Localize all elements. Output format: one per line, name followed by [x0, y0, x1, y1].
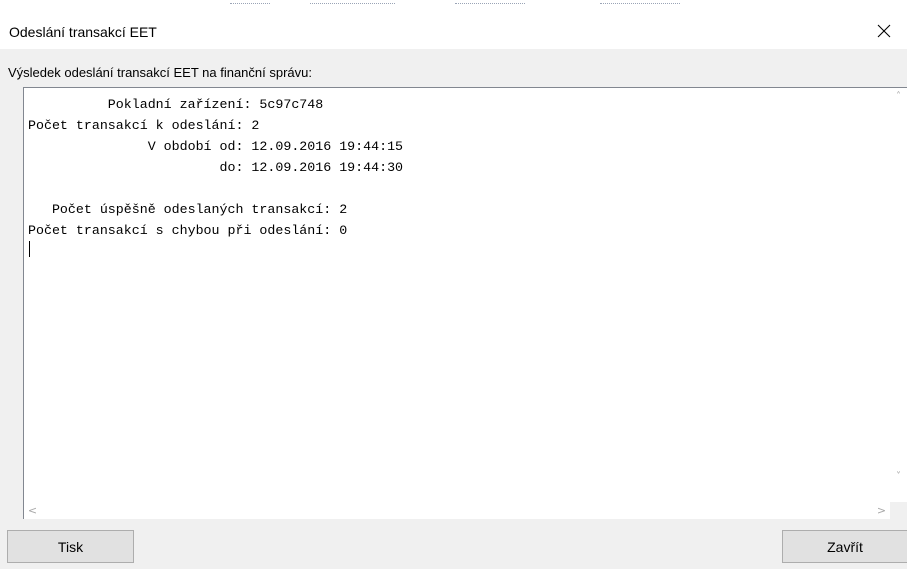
horizontal-scrollbar[interactable]: < >	[24, 502, 890, 519]
close-button[interactable]	[861, 12, 907, 49]
log-line: V období od: 12.09.2016 19:44:15	[28, 139, 404, 154]
log-line: Počet transakcí k odeslání: 2	[28, 118, 260, 133]
log-line: Pokladní zařízení: 5c97c748	[28, 97, 324, 112]
result-log: Pokladní zařízení: 5c97c748 Počet transa…	[28, 94, 403, 241]
window-title: Odeslání transakcí EET	[9, 24, 157, 40]
vertical-scrollbar[interactable]: ˄ ˅	[890, 88, 907, 485]
log-line: Počet úspěšně odeslaných transakcí: 2	[28, 202, 348, 217]
eet-send-dialog: Odeslání transakcí EET Výsledek odeslání…	[0, 0, 907, 569]
chevron-down-icon[interactable]: ˅	[890, 468, 907, 485]
print-button[interactable]: Tisk	[7, 530, 134, 563]
chevron-up-icon[interactable]: ˄	[890, 88, 907, 105]
result-label: Výsledek odeslání transakcí EET na finan…	[8, 65, 312, 80]
close-dialog-button[interactable]: Zavřít	[782, 530, 907, 563]
result-textbox[interactable]: Pokladní zařízení: 5c97c748 Počet transa…	[23, 87, 907, 519]
log-line: Počet transakcí s chybou při odeslání: 0	[28, 223, 348, 238]
background-window-edge	[0, 0, 907, 12]
scrollbar-corner	[890, 502, 907, 519]
chevron-left-icon[interactable]: <	[24, 502, 41, 519]
chevron-right-icon[interactable]: >	[873, 502, 890, 519]
close-icon	[877, 24, 891, 37]
log-line: do: 12.09.2016 19:44:30	[28, 160, 404, 175]
text-caret	[29, 241, 30, 257]
title-bar: Odeslání transakcí EET	[0, 12, 907, 49]
